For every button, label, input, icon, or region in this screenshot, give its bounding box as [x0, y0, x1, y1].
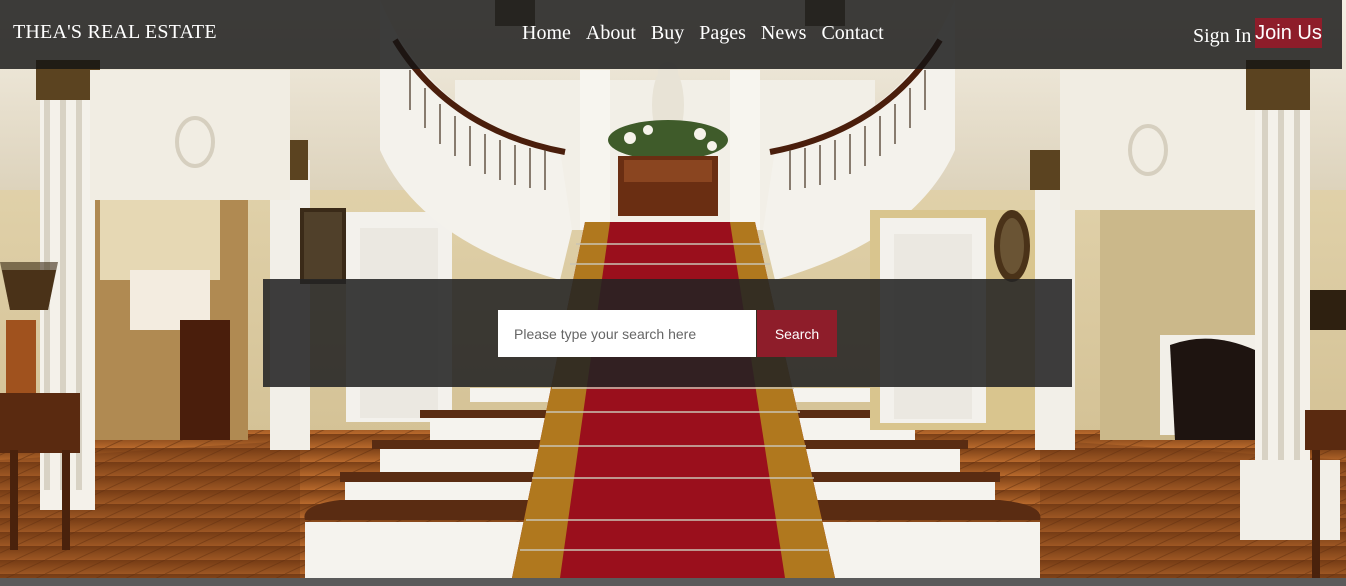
search-button[interactable]: Search — [757, 310, 837, 357]
search-input[interactable] — [498, 310, 756, 357]
nav-item-news[interactable]: News — [761, 22, 807, 45]
join-us-button[interactable]: Join Us — [1255, 18, 1322, 48]
nav-item-pages[interactable]: Pages — [699, 22, 746, 45]
top-nav-bar: THEA'S REAL ESTATE Home About Buy Pages … — [0, 0, 1342, 69]
nav-item-buy[interactable]: Buy — [651, 22, 684, 45]
sign-in-link[interactable]: Sign In — [1193, 25, 1251, 48]
bottom-edge-divider — [0, 578, 1346, 586]
nav-item-about[interactable]: About — [586, 22, 636, 45]
nav-item-contact[interactable]: Contact — [821, 22, 883, 45]
main-nav: Home About Buy Pages News Contact — [522, 22, 899, 45]
nav-item-home[interactable]: Home — [522, 22, 571, 45]
brand-logo-text[interactable]: THEA'S REAL ESTATE — [13, 21, 217, 44]
